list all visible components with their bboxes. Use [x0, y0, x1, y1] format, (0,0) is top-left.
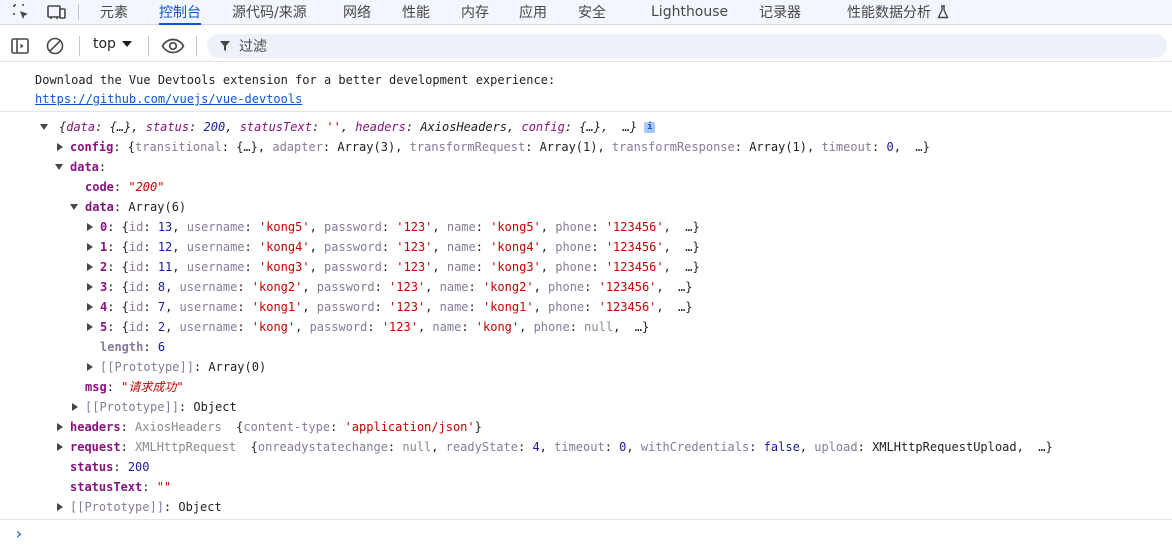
tab-sources[interactable]: 源代码/来源	[232, 0, 307, 24]
prototype-array-property[interactable]: [[Prototype]]: Array(0)	[100, 357, 266, 377]
context-selector[interactable]: top	[93, 36, 132, 52]
expand-arrow-icon[interactable]	[87, 283, 93, 291]
code-property: code: "200"	[85, 180, 165, 194]
clear-console-icon[interactable]	[45, 36, 65, 56]
expand-arrow-icon[interactable]	[87, 323, 93, 331]
console-toolbar: top 过滤	[0, 32, 1172, 60]
expand-arrow-icon[interactable]	[72, 403, 78, 411]
tab-application[interactable]: 应用	[519, 0, 547, 24]
device-toolbar-icon[interactable]	[44, 0, 70, 24]
inspect-element-icon[interactable]	[8, 0, 34, 24]
flask-icon	[937, 5, 949, 19]
user-row[interactable]: 3: {id: 8, username: 'kong2', password: …	[100, 277, 693, 297]
context-selector-label: top	[93, 36, 116, 52]
tab-elements[interactable]: 元素	[100, 0, 128, 24]
data-property[interactable]: data:	[70, 157, 106, 177]
tab-performance[interactable]: 性能	[402, 0, 430, 24]
toolbar-divider	[196, 36, 197, 56]
user-row[interactable]: 2: {id: 11, username: 'kong3', password:…	[100, 257, 700, 277]
expand-arrow-icon[interactable]	[55, 164, 63, 170]
message-divider	[0, 111, 1172, 112]
request-property[interactable]: request: XMLHttpRequest {onreadystatecha…	[70, 437, 1053, 457]
expand-arrow-icon[interactable]	[57, 443, 63, 451]
tab-console[interactable]: 控制台	[159, 0, 201, 25]
expand-arrow-icon[interactable]	[87, 363, 93, 371]
prototype-object-property[interactable]: [[Prototype]]: Object	[70, 497, 222, 517]
status-property: status: 200	[70, 460, 150, 474]
sidebar-toggle-icon[interactable]	[10, 36, 30, 56]
console-prompt[interactable]: ›	[14, 524, 24, 544]
status-text-property: statusText: ""	[70, 480, 172, 494]
expand-arrow-icon[interactable]	[57, 503, 63, 511]
tab-memory[interactable]: 内存	[461, 0, 489, 24]
user-row[interactable]: 0: {id: 13, username: 'kong5', password:…	[100, 217, 700, 237]
vue-devtools-link[interactable]: https://github.com/vuejs/vue-devtools	[35, 89, 302, 109]
live-expression-eye-icon[interactable]	[160, 36, 186, 56]
expand-arrow-icon[interactable]	[87, 303, 93, 311]
info-icon[interactable]: i	[644, 122, 656, 133]
tabbar-divider	[78, 4, 79, 20]
expand-arrow-icon[interactable]	[40, 124, 48, 130]
user-row[interactable]: 4: {id: 7, username: 'kong1', password: …	[100, 297, 693, 317]
filter-icon	[219, 40, 231, 52]
toolbar-divider	[148, 36, 149, 56]
user-row[interactable]: 1: {id: 12, username: 'kong4', password:…	[100, 237, 700, 257]
expand-arrow-icon[interactable]	[57, 143, 63, 151]
tab-security[interactable]: 安全	[578, 0, 606, 24]
msg-property: msg: "请求成功"	[85, 380, 184, 394]
expand-arrow-icon[interactable]	[87, 263, 93, 271]
expand-arrow-icon[interactable]	[57, 423, 63, 431]
console-divider	[0, 61, 1172, 62]
tab-lighthouse[interactable]: Lighthouse	[651, 0, 728, 24]
inner-data-property[interactable]: data: Array(6)	[85, 197, 186, 217]
tab-network[interactable]: 网络	[343, 0, 371, 24]
length-property: length: 6	[100, 340, 166, 354]
filter-placeholder: 过滤	[239, 39, 267, 55]
triangle-down-icon	[121, 36, 132, 52]
filter-input[interactable]: 过滤	[207, 34, 1167, 58]
response-summary[interactable]: {data: {…}, status: 200, statusText: '',…	[59, 117, 656, 137]
config-property[interactable]: config: {transitional: {…}, adapter: Arr…	[70, 137, 930, 157]
expand-arrow-icon[interactable]	[87, 243, 93, 251]
toolbar-divider	[79, 36, 80, 56]
user-row[interactable]: 5: {id: 2, username: 'kong', password: '…	[100, 317, 649, 337]
headers-property[interactable]: headers: AxiosHeaders {content-type: 'ap…	[70, 417, 482, 437]
tab-performance-insights[interactable]: 性能数据分析	[847, 0, 949, 24]
vue-devtools-message: Download the Vue Devtools extension for …	[35, 73, 556, 87]
prototype-object-property[interactable]: [[Prototype]]: Object	[85, 397, 237, 417]
tab-recorder[interactable]: 记录器	[759, 0, 801, 24]
expand-arrow-icon[interactable]	[70, 204, 78, 210]
expand-arrow-icon[interactable]	[87, 223, 93, 231]
prompt-divider	[0, 519, 1172, 520]
tab-performance-insights-label: 性能数据分析	[847, 5, 931, 21]
devtools-tabbar: 元素 控制台 源代码/来源 网络 性能 内存 应用 安全 Lighthouse …	[0, 0, 1172, 25]
